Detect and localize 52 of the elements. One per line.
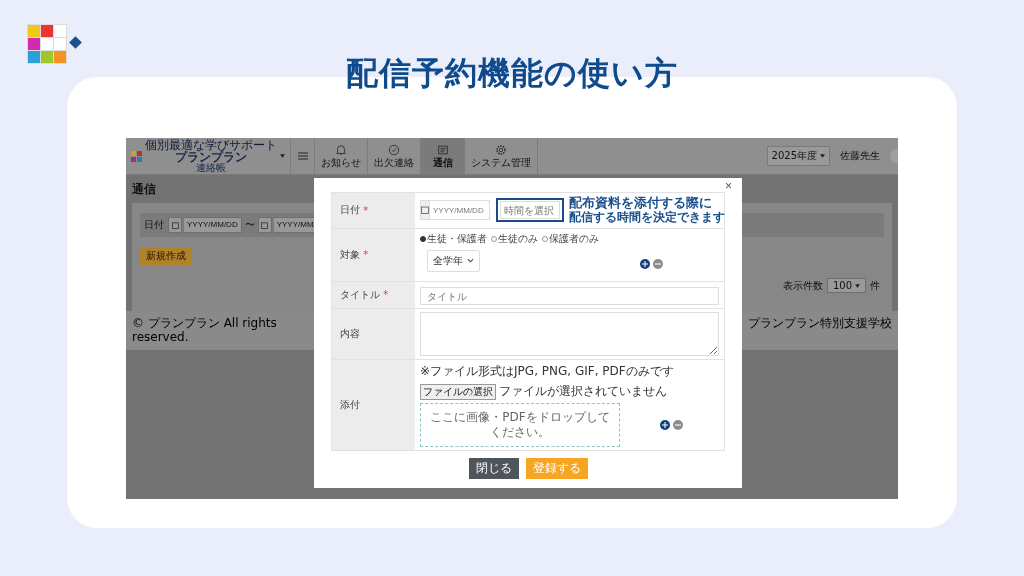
- minus-icon: [655, 260, 661, 267]
- new-button[interactable]: 新規作成: [140, 247, 192, 265]
- content-field[interactable]: [420, 312, 719, 357]
- per-page-unit: 件: [870, 278, 880, 293]
- date-field[interactable]: YYYY/MM/DD: [430, 200, 490, 221]
- grade-select[interactable]: 全学年: [427, 249, 480, 272]
- radio-option[interactable]: 保護者のみ: [542, 231, 599, 246]
- check-circle-icon: [388, 144, 400, 156]
- caret-icon: [820, 154, 825, 158]
- nav-tab[interactable]: お知らせ: [315, 138, 368, 174]
- close-dialog-button[interactable]: 閉じる: [468, 458, 519, 480]
- choose-file-button[interactable]: ファイルの選択: [420, 383, 496, 400]
- no-file-text: ファイルが選択されていません: [499, 383, 667, 401]
- add-button[interactable]: [660, 420, 670, 431]
- time-field[interactable]: 時間を選択: [500, 201, 560, 220]
- plus-icon: [662, 422, 668, 429]
- chevron-icon: [467, 258, 474, 264]
- callout-text: 配布資料を添付する際に 配信する時間を決定できます: [569, 196, 725, 225]
- add-button[interactable]: [640, 258, 650, 269]
- range-separator: 〜: [244, 218, 255, 232]
- school-name: プランプラン特別支援学校: [748, 316, 892, 331]
- field-label: 内容: [332, 309, 415, 360]
- title-field[interactable]: タイトル: [420, 287, 719, 306]
- calendar-icon[interactable]: [257, 217, 272, 233]
- document-icon: [436, 144, 449, 156]
- plus-icon: [642, 260, 648, 267]
- copyright-text: © プランプラン All rights reserved.: [132, 316, 278, 345]
- field-label: 日付 *: [332, 193, 415, 228]
- bell-icon: [335, 144, 347, 156]
- file-format-note: ※ファイル形式はJPG, PNG, GIF, PDFのみです: [420, 363, 675, 381]
- minus-icon: [675, 422, 681, 429]
- field-label: 対象 *: [332, 228, 415, 281]
- nav-tab[interactable]: システム管理: [465, 138, 538, 174]
- slide-title: 配信予約機能の使い方: [346, 53, 678, 94]
- nav-tab[interactable]: 通信: [421, 138, 465, 174]
- settings-icon: [495, 144, 507, 156]
- caret-icon: [855, 283, 860, 288]
- filter-label: 日付: [144, 218, 164, 232]
- year-select[interactable]: 2025年度: [766, 146, 830, 166]
- radio-option[interactable]: 生徒・保護者: [420, 231, 487, 246]
- field-label: タイトル *: [332, 281, 415, 309]
- radio-option[interactable]: 生徒のみ: [491, 231, 538, 246]
- per-page-select[interactable]: 100: [826, 278, 866, 293]
- per-page-label: 表示件数: [782, 278, 823, 293]
- page-title: 通信: [132, 181, 156, 198]
- drop-zone[interactable]: ここに画像・PDFをドロップしてください。: [420, 403, 620, 448]
- field-label: 添付: [332, 360, 415, 451]
- close-button[interactable]: ×: [723, 179, 734, 193]
- calendar-icon[interactable]: [168, 217, 182, 233]
- brand-logo[interactable]: 個別最適な学びサポート プランプラン 連絡帳: [126, 138, 291, 174]
- user-name: 佐藤先生: [840, 149, 880, 163]
- date-field[interactable]: YYYY/MM/DD: [184, 217, 242, 233]
